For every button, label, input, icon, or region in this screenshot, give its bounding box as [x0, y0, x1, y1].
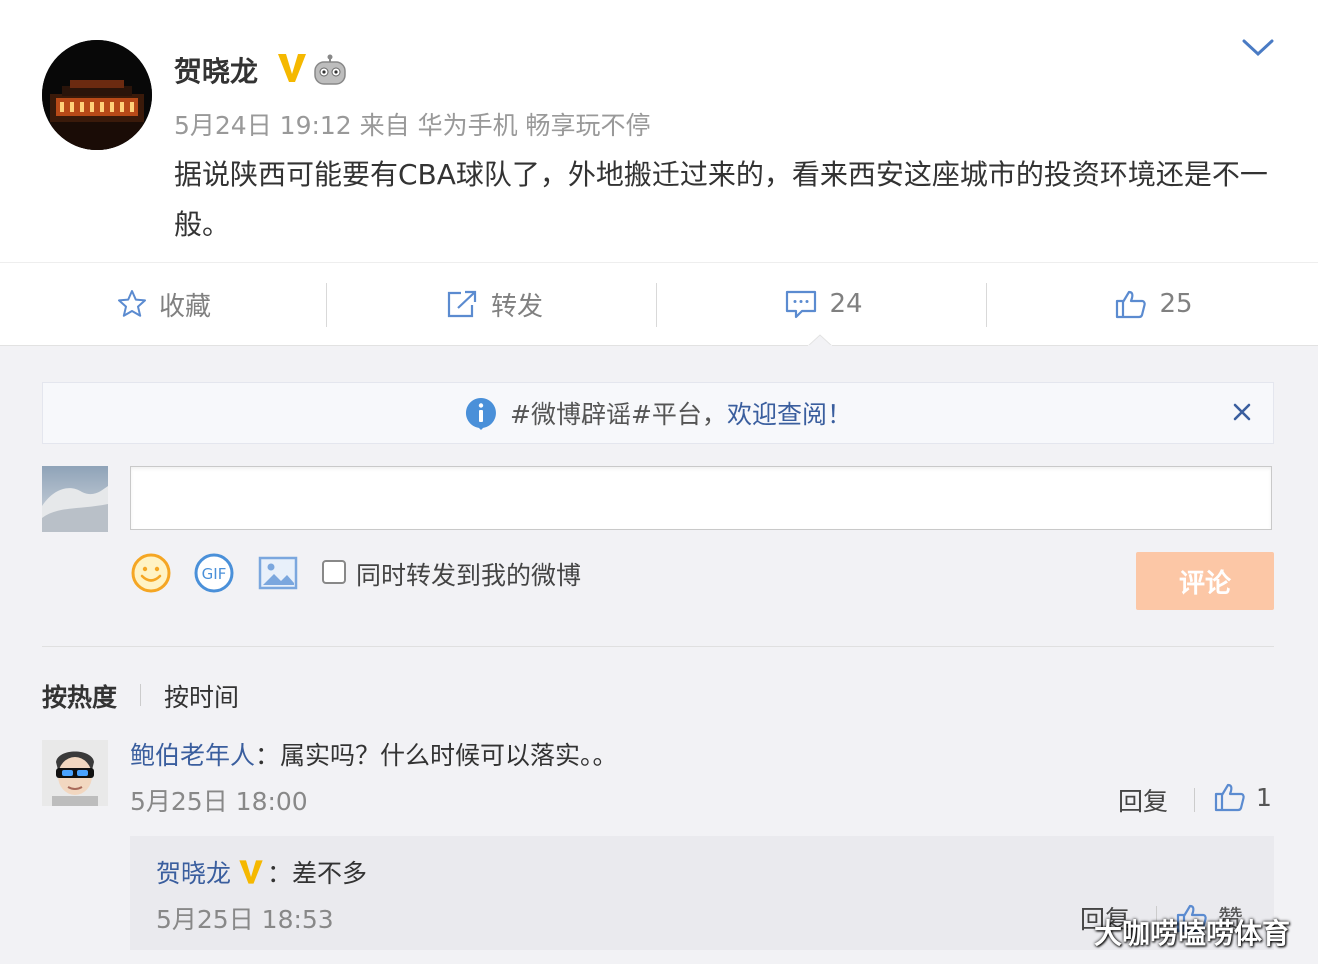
- author-name[interactable]: 贺晓龙: [174, 50, 258, 90]
- comment-like-count: 1: [1256, 782, 1272, 812]
- comment-like-button[interactable]: 1: [1214, 782, 1272, 812]
- image-icon[interactable]: [257, 552, 299, 594]
- comment-line: 鲍伯老年人：属实吗？什么时候可以落实。。: [130, 736, 618, 772]
- commenter-avatar[interactable]: [42, 740, 108, 806]
- sort-by-time[interactable]: 按时间: [164, 678, 239, 714]
- author-avatar[interactable]: [42, 40, 152, 150]
- reply-author-name[interactable]: 贺晓龙: [156, 854, 231, 890]
- share-icon: [447, 290, 477, 318]
- comment-button[interactable]: 24: [660, 263, 988, 345]
- section-divider: [42, 646, 1274, 647]
- repost-label: 转发: [490, 291, 543, 322]
- favorite-label: 收藏: [158, 291, 211, 322]
- svg-text:GIF: GIF: [202, 565, 227, 583]
- reply-line: 贺晓龙 ：差不多: [156, 854, 367, 890]
- verified-v-icon: [278, 54, 306, 82]
- comment-time: 5月25日 18:00: [130, 787, 308, 816]
- thumbs-up-icon: [1214, 783, 1245, 812]
- star-icon: [117, 290, 146, 317]
- action-bar: 收藏 转发 24 25: [0, 262, 1318, 346]
- repost-checkbox-label[interactable]: 同时转发到我的微博: [356, 556, 581, 592]
- reply-time: 5月25日 18:53: [156, 905, 334, 934]
- post-text: 据说陕西可能要有CBA球队了，外地搬迁过来的，看来西安这座城市的投资环境还是不一…: [174, 158, 1268, 241]
- info-icon: [465, 398, 496, 430]
- action-separator: [326, 283, 327, 327]
- comment-count: 24: [829, 289, 863, 319]
- like-button[interactable]: 25: [990, 263, 1318, 345]
- gif-icon[interactable]: GIF: [193, 552, 235, 594]
- sort-by-hot[interactable]: 按热度: [42, 678, 117, 714]
- verified-v-icon: [239, 860, 263, 884]
- comment-text: ：属实吗？什么时候可以落实。。: [255, 741, 618, 770]
- emoji-icon[interactable]: [130, 552, 172, 594]
- my-avatar[interactable]: [42, 466, 108, 532]
- favorite-button[interactable]: 收藏: [0, 263, 328, 345]
- robot-badge-icon: [314, 54, 346, 85]
- comment-input[interactable]: [130, 466, 1272, 530]
- reply-text: ：差不多: [267, 859, 368, 888]
- commenter-name[interactable]: 鲍伯老年人: [130, 741, 255, 770]
- watermark: 大咖唠嗑唠体育: [1094, 917, 1291, 950]
- action-separator: [656, 283, 657, 327]
- post-meta: 5月24日 19:12 来自 华为手机 畅享玩不停: [174, 111, 651, 140]
- repost-button[interactable]: 转发: [330, 263, 658, 345]
- post-card: 贺晓龙 5月24日 19:12 来自 华为手机 畅享玩不停 据说陕西可能要有CB…: [0, 0, 1318, 262]
- notice-text: #微博辟谣#平台，: [510, 400, 727, 429]
- action-separator: [986, 283, 987, 327]
- comment-icon: [786, 290, 817, 319]
- reply-button[interactable]: 回复: [1118, 782, 1168, 818]
- rumor-notice-banner: #微博辟谣#平台， 欢迎查阅！: [42, 382, 1274, 444]
- comment-submit-button[interactable]: 评论: [1136, 552, 1274, 610]
- like-count: 25: [1159, 289, 1193, 319]
- thumbs-up-icon: [1116, 290, 1147, 319]
- repost-checkbox[interactable]: [322, 560, 346, 584]
- chevron-down-icon[interactable]: [1240, 36, 1276, 60]
- close-icon[interactable]: [1229, 399, 1255, 425]
- sort-separator: [140, 684, 141, 706]
- notice-link[interactable]: 欢迎查阅！: [727, 395, 852, 431]
- active-tab-pointer: [808, 334, 832, 346]
- comment-action-separator: [1194, 788, 1195, 812]
